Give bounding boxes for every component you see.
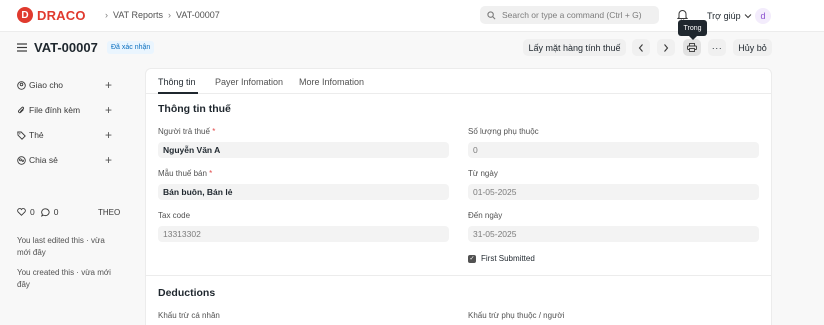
form-tabs: Thông tin Payer Infomation More Infomati… xyxy=(146,69,771,94)
comment-icon[interactable] xyxy=(40,207,50,217)
tag-icon xyxy=(17,131,26,140)
template-label: Mẫu thuế bán * xyxy=(158,169,213,178)
plus-icon[interactable]: + xyxy=(105,153,112,167)
sidebar-toggle-button[interactable] xyxy=(17,43,27,54)
personal-deduction-label: Khấu trừ cá nhân xyxy=(158,311,220,320)
required-indicator: * xyxy=(209,169,213,178)
user-avatar[interactable]: d xyxy=(755,8,771,24)
chevron-right-icon: › xyxy=(168,10,172,20)
print-button[interactable] xyxy=(683,39,701,56)
dependents-field[interactable]: 0 xyxy=(468,142,759,158)
share-icon xyxy=(17,155,26,165)
breadcrumb-current[interactable]: VAT-00007 xyxy=(176,10,220,20)
brand-name: DRACO xyxy=(37,7,86,23)
sidebar-item-attachments[interactable]: File đính kèm + xyxy=(17,103,117,117)
more-actions-button[interactable]: ··· xyxy=(708,39,726,56)
comment-count: 0 xyxy=(53,207,59,217)
search-placeholder: Search or type a command (Ctrl + G) xyxy=(502,10,642,20)
taxpayer-label: Người trả thuế * xyxy=(158,127,216,136)
sidebar-item-tags[interactable]: Thẻ + xyxy=(17,128,117,142)
sidebar-item-label: Chia sẻ xyxy=(29,155,58,165)
sidebar-item-label: File đính kèm xyxy=(29,105,81,115)
plus-icon[interactable]: + xyxy=(105,128,112,142)
tab-thong-tin[interactable]: Thông tin xyxy=(158,77,196,87)
sidebar-item-label: Thẻ xyxy=(29,130,44,140)
activity-created: You created this · vừa mới đây xyxy=(17,268,111,289)
tab-payer-information[interactable]: Payer Infomation xyxy=(215,77,283,87)
section-title-deductions: Deductions xyxy=(158,287,216,299)
to-date-field[interactable]: 31-05-2025 xyxy=(468,226,759,242)
heart-icon[interactable] xyxy=(17,208,26,216)
paperclip-icon xyxy=(18,106,25,113)
first-submitted-label: First Submitted xyxy=(481,254,535,263)
template-field[interactable]: Bán buôn, Bán lẻ xyxy=(158,184,449,200)
required-indicator: * xyxy=(212,127,216,136)
form-card: Thông tin Payer Infomation More Infomati… xyxy=(145,68,772,325)
help-label: Trợ giúp xyxy=(707,11,741,21)
active-tab-indicator xyxy=(158,92,198,94)
page-head: VAT-00007 Đã xác nhận Lấy mặt hàng tính … xyxy=(0,32,824,66)
from-date-field[interactable]: 01-05-2025 xyxy=(468,184,759,200)
brand-logo[interactable]: D DRACO xyxy=(17,7,86,23)
status-badge: Đã xác nhận xyxy=(107,41,155,54)
page-title: VAT-00007 xyxy=(34,40,98,55)
previous-doc-button[interactable] xyxy=(632,39,650,56)
checkmark-icon: ✓ xyxy=(468,254,476,263)
to-date-label: Đến ngày xyxy=(468,211,503,220)
chevron-left-icon xyxy=(638,43,643,52)
dependent-deduction-label: Khấu trừ phụ thuộc / người xyxy=(468,311,565,320)
sidebar-item-label: Giao cho xyxy=(29,80,64,90)
tax-code-label: Tax code xyxy=(158,211,191,220)
cancel-doc-button[interactable]: Hủy bỏ xyxy=(733,39,772,56)
search-icon xyxy=(487,10,496,19)
from-date-label: Từ ngày xyxy=(468,169,498,178)
like-count: 0 xyxy=(30,207,35,217)
tax-code-field[interactable]: 13313302 xyxy=(158,226,449,242)
sidebar-item-share[interactable]: Chia sẻ + xyxy=(17,153,117,167)
sidebar-item-assign[interactable]: Giao cho + xyxy=(17,78,117,92)
chevron-right-icon: › xyxy=(105,10,108,20)
print-tooltip: Trong xyxy=(678,20,707,40)
plus-icon[interactable]: + xyxy=(105,103,112,117)
ellipsis-icon: ··· xyxy=(711,42,723,53)
breadcrumb-vat-reports[interactable]: VAT Reports xyxy=(113,10,163,20)
draco-logo-icon: D xyxy=(17,7,33,23)
follow-button[interactable]: THEO xyxy=(98,208,120,217)
hamburger-icon xyxy=(17,43,27,52)
assign-icon xyxy=(17,80,26,90)
likes-comments-row: 0 0 THEO xyxy=(17,207,120,217)
section-divider xyxy=(146,275,771,276)
breadcrumb: › VAT Reports › VAT-00007 xyxy=(100,10,220,20)
search-input[interactable]: Search or type a command (Ctrl + G) xyxy=(480,6,659,24)
fetch-tax-items-button[interactable]: Lấy mặt hàng tính thuế xyxy=(523,39,626,56)
chevron-down-icon xyxy=(744,14,751,19)
plus-icon[interactable]: + xyxy=(105,78,112,92)
taxpayer-field[interactable]: Nguyễn Văn A xyxy=(158,142,449,158)
chevron-right-icon xyxy=(664,43,669,52)
section-title-tax: Thông tin thuế xyxy=(158,103,231,115)
first-submitted-checkbox[interactable]: ✓ First Submitted xyxy=(468,254,535,263)
printer-icon xyxy=(687,43,697,52)
activity-last-edited: You last edited this · vừa mới đây xyxy=(17,236,105,257)
help-menu[interactable]: Trợ giúp xyxy=(707,11,752,21)
tab-more-information[interactable]: More Infomation xyxy=(299,77,364,87)
next-doc-button[interactable] xyxy=(657,39,675,56)
dependents-label: Số lượng phụ thuộc xyxy=(468,127,539,136)
